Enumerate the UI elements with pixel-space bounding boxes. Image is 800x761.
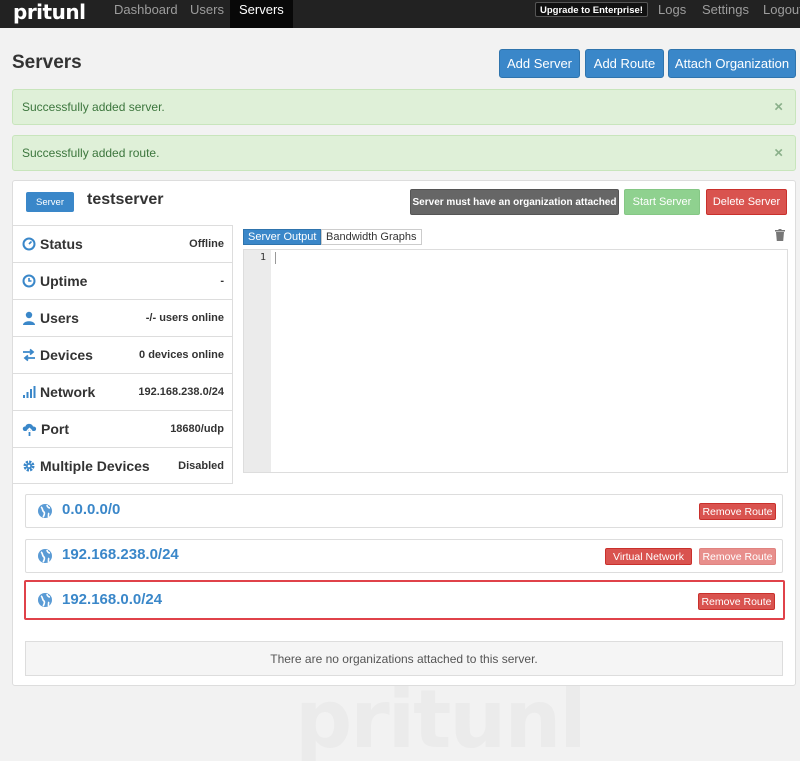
org-warning-button[interactable]: Server must have an organization attache… bbox=[410, 189, 619, 215]
line-number: 1 bbox=[259, 252, 266, 263]
signal-icon bbox=[23, 386, 36, 398]
trash-icon[interactable] bbox=[775, 229, 785, 241]
add-route-button[interactable]: Add Route bbox=[585, 49, 664, 78]
upgrade-button[interactable]: Upgrade to Enterprise! bbox=[535, 2, 648, 17]
route-network: 0.0.0.0/0 bbox=[62, 501, 121, 518]
info-row-network: Network 192.168.238.0/24 bbox=[13, 373, 233, 410]
remove-route-button[interactable]: Remove Route bbox=[698, 593, 775, 610]
info-value: Disabled bbox=[178, 459, 224, 472]
info-row-port: Port 18680/udp bbox=[13, 410, 233, 447]
route-row: 192.168.238.0/24 Virtual Network Remove … bbox=[25, 539, 783, 573]
alert-server-added: Successfully added server. × bbox=[12, 89, 796, 125]
alert-route-added: Successfully added route. × bbox=[12, 135, 796, 171]
nav-logs[interactable]: Logs bbox=[658, 0, 686, 28]
brand-logo[interactable]: pritunl bbox=[13, 0, 86, 24]
close-icon[interactable]: × bbox=[774, 99, 783, 116]
no-organizations-message: There are no organizations attached to t… bbox=[25, 641, 783, 676]
status-icon bbox=[22, 237, 36, 251]
info-value: -/- users online bbox=[145, 312, 224, 324]
nav-dashboard[interactable]: Dashboard bbox=[114, 0, 178, 28]
info-label: Multiple Devices bbox=[40, 457, 150, 474]
route-network: 192.168.238.0/24 bbox=[62, 546, 179, 563]
nav-users[interactable]: Users bbox=[190, 0, 224, 28]
server-name: testserver bbox=[87, 191, 164, 208]
gear-icon bbox=[23, 460, 35, 471]
user-icon bbox=[23, 311, 35, 325]
info-label: Port bbox=[41, 421, 69, 437]
tab-server-output[interactable]: Server Output bbox=[243, 229, 322, 245]
text-cursor bbox=[275, 252, 276, 264]
info-row-status: Status Offline bbox=[13, 225, 233, 262]
globe-icon bbox=[38, 593, 52, 607]
info-label: Network bbox=[40, 384, 96, 400]
info-value: - bbox=[220, 275, 224, 287]
nav-settings[interactable]: Settings bbox=[702, 0, 749, 28]
remove-route-button[interactable]: Remove Route bbox=[699, 503, 776, 520]
line-gutter: 1 bbox=[244, 250, 271, 472]
upload-cloud-icon bbox=[22, 423, 37, 436]
info-label: Status bbox=[40, 236, 83, 252]
remove-route-button-disabled[interactable]: Remove Route bbox=[699, 548, 776, 565]
server-info-table: Status Offline Uptime - Users -/- users … bbox=[13, 225, 233, 484]
info-row-multiple-devices: Multiple Devices Disabled bbox=[13, 447, 233, 484]
info-value: 192.168.238.0/24 bbox=[138, 386, 224, 398]
info-value: 18680/udp bbox=[170, 423, 224, 435]
close-icon[interactable]: × bbox=[774, 145, 783, 162]
brand-watermark: pritunl bbox=[295, 673, 587, 761]
info-row-devices: Devices 0 devices online bbox=[13, 336, 233, 373]
navbar: pritunl Dashboard Users Servers Upgrade … bbox=[0, 0, 800, 28]
info-label: Uptime bbox=[40, 273, 88, 289]
server-output-editor[interactable]: 1 bbox=[243, 249, 788, 473]
attach-organization-button[interactable]: Attach Organization bbox=[668, 49, 796, 78]
server-badge: Server bbox=[26, 192, 74, 212]
start-server-button[interactable]: Start Server bbox=[624, 189, 700, 215]
route-row-highlighted: 192.168.0.0/24 Remove Route bbox=[24, 580, 785, 620]
globe-icon bbox=[38, 549, 52, 563]
alert-text: Successfully added server. bbox=[22, 100, 165, 114]
alert-text: Successfully added route. bbox=[22, 146, 160, 160]
delete-server-button[interactable]: Delete Server bbox=[706, 189, 787, 215]
globe-icon bbox=[38, 504, 52, 518]
info-row-uptime: Uptime - bbox=[13, 262, 233, 299]
nav-servers[interactable]: Servers bbox=[230, 0, 293, 28]
add-server-button[interactable]: Add Server bbox=[499, 49, 580, 78]
virtual-network-badge: Virtual Network bbox=[605, 548, 692, 565]
info-label: Devices bbox=[40, 347, 93, 363]
clock-icon bbox=[22, 274, 36, 288]
info-value: 0 devices online bbox=[139, 349, 224, 361]
info-value: Offline bbox=[189, 238, 224, 250]
devices-icon bbox=[23, 348, 35, 362]
page-title: Servers bbox=[12, 52, 82, 73]
route-row: 0.0.0.0/0 Remove Route bbox=[25, 494, 783, 528]
info-label: Users bbox=[40, 310, 79, 326]
nav-logout[interactable]: Logout bbox=[763, 0, 800, 28]
route-network: 192.168.0.0/24 bbox=[62, 591, 163, 608]
tab-bandwidth-graphs[interactable]: Bandwidth Graphs bbox=[321, 229, 422, 245]
info-row-users: Users -/- users online bbox=[13, 299, 233, 336]
server-panel: Server testserver Server must have an or… bbox=[12, 180, 796, 686]
